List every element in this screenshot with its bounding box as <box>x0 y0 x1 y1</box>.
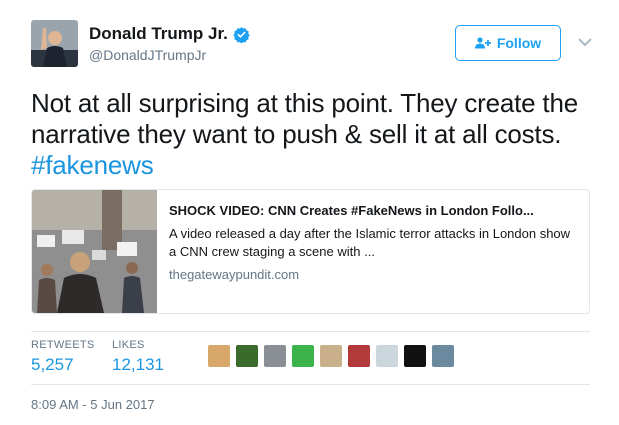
tweet-text-body: Not at all surprising at this point. The… <box>31 88 578 149</box>
retweets-label: RETWEETS <box>31 339 95 351</box>
likes-stat[interactable]: LIKES 12,131 <box>112 339 164 375</box>
verified-badge-icon <box>233 26 250 43</box>
follow-button-label: Follow <box>496 35 542 51</box>
likes-count: 12,131 <box>112 355 164 374</box>
author-display-name[interactable]: Donald Trump Jr. <box>89 24 250 44</box>
hashtag-link[interactable]: #fakenews <box>31 150 154 180</box>
liker-avatar-7[interactable] <box>376 345 398 367</box>
liker-avatars <box>208 345 460 367</box>
avatar-image <box>31 20 78 67</box>
link-card[interactable]: SHOCK VIDEO: CNN Creates #FakeNews in Lo… <box>31 189 590 314</box>
card-title: SHOCK VIDEO: CNN Creates #FakeNews in Lo… <box>169 203 534 218</box>
author-handle[interactable]: @DonaldJTrumpJr <box>89 47 250 63</box>
liker-avatar-9[interactable] <box>432 345 454 367</box>
card-domain: thegatewaypundit.com <box>169 267 300 282</box>
likes-label: LIKES <box>112 339 145 351</box>
liker-avatar-2[interactable] <box>236 345 258 367</box>
card-thumbnail <box>32 190 157 313</box>
card-description: A video released a day after the Islamic… <box>169 226 571 259</box>
add-user-icon <box>474 37 491 49</box>
liker-avatar-8[interactable] <box>404 345 426 367</box>
display-name-text: Donald Trump Jr. <box>89 24 228 43</box>
divider <box>31 384 590 385</box>
liker-avatar-5[interactable] <box>320 345 342 367</box>
card-body: SHOCK VIDEO: CNN Creates #FakeNews in Lo… <box>157 190 589 313</box>
retweets-stat[interactable]: RETWEETS 5,257 <box>31 339 95 375</box>
liker-avatar-3[interactable] <box>264 345 286 367</box>
tweet-text: Not at all surprising at this point. The… <box>31 88 601 181</box>
tweet-timestamp[interactable]: 8:09 AM - 5 Jun 2017 <box>31 397 155 412</box>
divider <box>31 331 590 332</box>
chevron-down-icon[interactable] <box>578 37 592 47</box>
liker-avatar-6[interactable] <box>348 345 370 367</box>
liker-avatar-1[interactable] <box>208 345 230 367</box>
liker-avatar-4[interactable] <box>292 345 314 367</box>
retweets-count: 5,257 <box>31 355 74 374</box>
follow-button[interactable]: Follow <box>455 25 561 61</box>
author-info: Donald Trump Jr. @DonaldJTrumpJr <box>89 24 250 63</box>
author-avatar[interactable] <box>31 20 78 67</box>
